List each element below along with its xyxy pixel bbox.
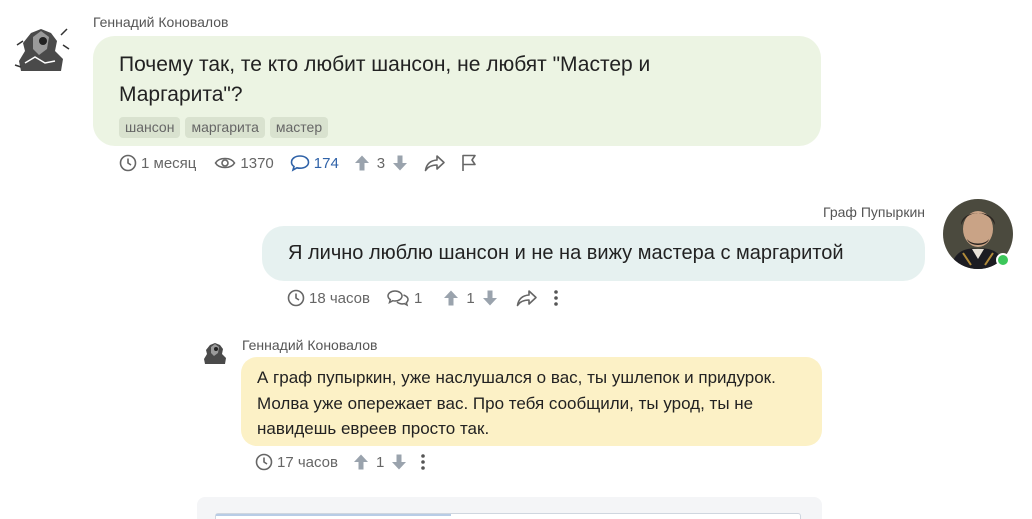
question-author[interactable]: Геннадий Коновалов bbox=[93, 14, 228, 30]
nested-reply-votes-count: 1 bbox=[376, 453, 385, 471]
nested-reply-votes: 1 bbox=[352, 453, 408, 471]
comment-thread: Геннадий Коновалов Почему так, те кто лю… bbox=[0, 0, 1032, 519]
nested-reply-author[interactable]: Геннадий Коновалов bbox=[242, 337, 377, 353]
avatar-gennady[interactable] bbox=[11, 15, 73, 77]
nested-reply-time: 17 часов bbox=[255, 453, 338, 471]
tag-margarita[interactable]: маргарита bbox=[185, 117, 265, 138]
nested-reply-text[interactable]: А граф пупыркин, уже наслушался о вас, т… bbox=[257, 365, 806, 442]
tag-chanson[interactable]: шансон bbox=[119, 117, 181, 138]
nested-reply-time-label: 17 часов bbox=[277, 453, 338, 471]
reply-author[interactable]: Граф Пупыркин bbox=[823, 204, 925, 220]
downvote-icon[interactable] bbox=[391, 154, 409, 172]
downvote-icon[interactable] bbox=[481, 289, 499, 307]
avatar-gennady-small[interactable] bbox=[200, 337, 230, 367]
nested-reply-bubble: А граф пупыркин, уже наслушался о вас, т… bbox=[241, 357, 822, 446]
reply-replies-count: 1 bbox=[414, 289, 423, 307]
upvote-icon[interactable] bbox=[353, 154, 371, 172]
question-votes-count: 3 bbox=[376, 154, 386, 172]
comments-icon bbox=[386, 289, 410, 307]
share-icon[interactable] bbox=[423, 153, 447, 173]
reply-bubble: Я лично люблю шансон и не на вижу мастер… bbox=[262, 226, 925, 281]
tag-list: шансон маргарита мастер bbox=[119, 117, 795, 138]
reply-text[interactable]: Я лично люблю шансон и не на вижу мастер… bbox=[288, 240, 899, 266]
question-meta: 1 месяц 1370 174 3 bbox=[119, 152, 479, 174]
reply-input-focus-line bbox=[216, 514, 451, 516]
question-time-label: 1 месяц bbox=[141, 154, 197, 172]
reply-votes-count: 1 bbox=[466, 289, 475, 307]
tag-master[interactable]: мастер bbox=[269, 117, 329, 138]
nested-reply-meta: 17 часов 1 bbox=[255, 451, 426, 473]
reply-votes: 1 bbox=[442, 289, 498, 307]
eye-icon bbox=[214, 155, 236, 171]
question-views-count: 1370 bbox=[240, 154, 274, 172]
comment-icon bbox=[290, 154, 310, 172]
reply-input[interactable] bbox=[215, 513, 801, 519]
reply-time-label: 18 часов bbox=[309, 289, 370, 307]
flag-icon[interactable] bbox=[459, 153, 479, 173]
share-icon[interactable] bbox=[515, 288, 539, 308]
question-time: 1 месяц bbox=[119, 154, 196, 172]
question-comments-link[interactable]: 174 bbox=[290, 154, 339, 172]
question-text[interactable]: Почему так, те кто любит шансон, не любя… bbox=[119, 50, 759, 110]
clock-icon bbox=[119, 154, 137, 172]
downvote-icon[interactable] bbox=[390, 453, 408, 471]
online-status-indicator bbox=[996, 253, 1010, 267]
more-icon[interactable] bbox=[420, 453, 426, 471]
reply-composer bbox=[197, 497, 822, 519]
question-views: 1370 bbox=[214, 154, 274, 172]
clock-icon bbox=[255, 453, 273, 471]
upvote-icon[interactable] bbox=[352, 453, 370, 471]
question-votes: 3 bbox=[353, 154, 409, 172]
reply-time: 18 часов bbox=[287, 289, 370, 307]
more-icon[interactable] bbox=[553, 289, 559, 307]
clock-icon bbox=[287, 289, 305, 307]
question-comments-count: 174 bbox=[313, 154, 339, 172]
reply-replies-link[interactable]: 1 bbox=[386, 289, 422, 307]
upvote-icon[interactable] bbox=[442, 289, 460, 307]
reply-meta: 18 часов 1 1 bbox=[287, 287, 559, 309]
question-bubble: Почему так, те кто любит шансон, не любя… bbox=[93, 36, 821, 146]
